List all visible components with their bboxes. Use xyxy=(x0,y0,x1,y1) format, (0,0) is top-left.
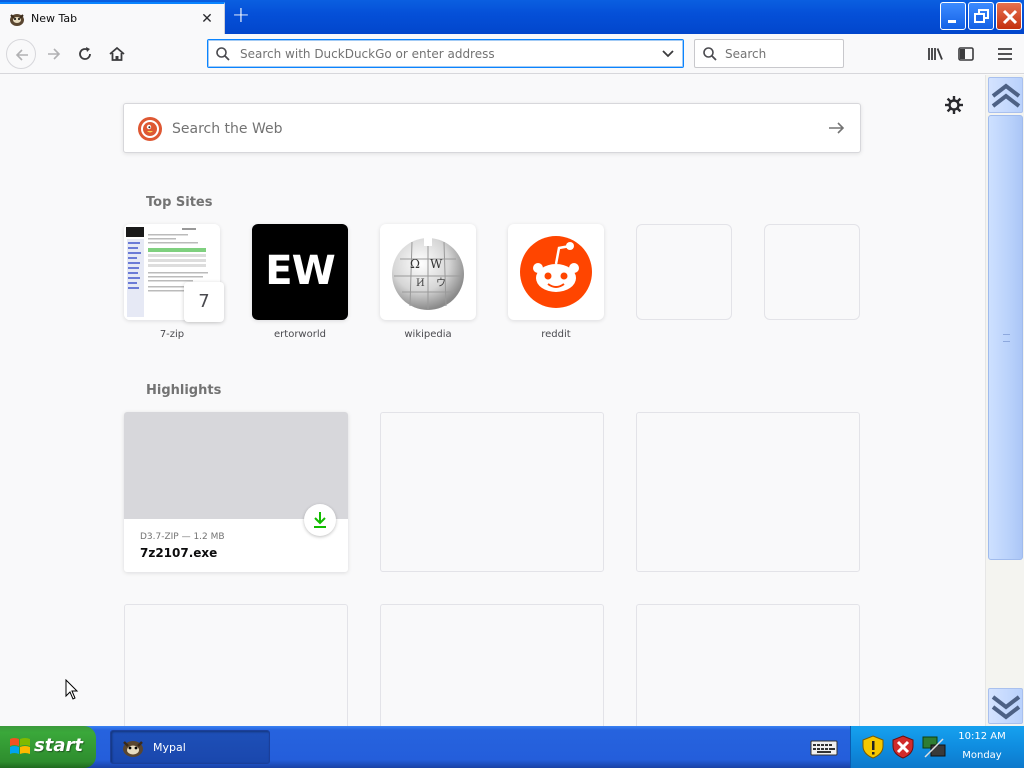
scroll-grip xyxy=(1003,334,1010,342)
top-site-label: 7-zip xyxy=(159,329,185,340)
address-bar-placeholder: Search with DuckDuckGo or enter address xyxy=(240,47,495,61)
tab-new-tab[interactable]: New Tab ✕ xyxy=(0,2,225,34)
top-site-7zip[interactable]: 7 7-zip xyxy=(124,224,224,344)
forward-icon xyxy=(48,48,61,60)
forward-button[interactable] xyxy=(40,40,68,68)
vertical-scrollbar[interactable] xyxy=(985,75,1024,726)
clock-time[interactable]: 10:12 AM xyxy=(951,731,1013,742)
gear-icon[interactable] xyxy=(944,95,964,115)
security-shield-icon[interactable] xyxy=(861,735,885,762)
svg-text:Ω: Ω xyxy=(410,257,420,271)
highlight-placeholder xyxy=(380,412,604,572)
highlight-filename: 7z2107.exe xyxy=(140,546,218,560)
top-site-empty[interactable] xyxy=(636,224,732,344)
back-button[interactable] xyxy=(6,39,36,69)
menu-button[interactable] xyxy=(991,40,1019,68)
highlight-card-download[interactable]: D3.7-ZIP — 1.2 MB 7z2107.exe xyxy=(124,412,348,572)
chevron-down-icon[interactable] xyxy=(661,48,675,63)
scroll-down-button[interactable] xyxy=(988,688,1023,724)
top-site-label: wikipedia xyxy=(404,329,452,340)
site-thumbnail[interactable]: Ω W И ウ xyxy=(380,224,476,320)
highlight-placeholder xyxy=(124,604,348,726)
restore-button[interactable] xyxy=(968,2,994,30)
site-thumbnail[interactable] xyxy=(508,224,604,320)
mypal-favicon-icon xyxy=(9,11,25,27)
system-tray: 10:12 AM Monday xyxy=(850,726,1024,768)
chevron-down-icon xyxy=(991,695,1021,720)
reload-button[interactable] xyxy=(71,40,99,68)
restore-icon xyxy=(974,9,989,23)
close-icon xyxy=(1002,9,1018,25)
site-thumbnail[interactable]: EW xyxy=(252,224,348,320)
wikipedia-globe-icon: Ω W И ウ xyxy=(392,238,464,310)
chevron-up-icon xyxy=(991,83,1021,108)
search-icon xyxy=(702,46,718,65)
new-tab-button[interactable]: + xyxy=(228,4,254,30)
search-bar-placeholder: Search xyxy=(725,47,767,61)
top-site-label: ertorworld xyxy=(274,329,326,340)
taskbar-item-label: Mypal xyxy=(153,741,186,754)
close-window-button[interactable] xyxy=(996,2,1022,30)
keyboard-icon[interactable] xyxy=(810,736,838,761)
title-bar: New Tab ✕ + xyxy=(0,0,1024,34)
highlight-placeholder xyxy=(636,412,860,572)
menu-icon xyxy=(998,48,1012,60)
navigation-toolbar: Search with DuckDuckGo or enter address … xyxy=(0,34,1024,74)
antivirus-shield-icon[interactable] xyxy=(891,735,915,762)
web-search-box[interactable]: Search the Web xyxy=(123,103,861,153)
top-site-ertorworld[interactable]: EW ertorworld xyxy=(252,224,348,344)
highlight-placeholder xyxy=(636,604,860,726)
top-site-empty[interactable] xyxy=(764,224,860,344)
top-sites-heading: Top Sites xyxy=(146,195,213,210)
windows-logo-icon xyxy=(9,736,31,761)
tab-title: New Tab xyxy=(31,12,78,25)
reload-icon xyxy=(79,47,91,60)
sidebar-button[interactable] xyxy=(952,40,980,68)
top-site-reddit[interactable]: reddit xyxy=(508,224,604,344)
start-label: start xyxy=(34,735,83,756)
mouse-cursor-icon xyxy=(65,678,79,704)
sidebar-icon xyxy=(958,47,974,61)
library-icon xyxy=(928,48,943,60)
top-site-wikipedia[interactable]: Ω W И ウ wikipedia xyxy=(380,224,476,344)
search-icon xyxy=(215,46,231,65)
top-site-label: reddit xyxy=(541,329,571,340)
svg-text:W: W xyxy=(430,257,443,271)
minimize-button[interactable] xyxy=(940,2,966,30)
address-bar[interactable]: Search with DuckDuckGo or enter address xyxy=(207,39,684,68)
web-search-placeholder: Search the Web xyxy=(172,121,283,137)
home-button[interactable] xyxy=(103,40,131,68)
empty-site-placeholder[interactable] xyxy=(764,224,860,320)
ertorworld-logo-text: EW xyxy=(265,248,335,294)
svg-text:И: И xyxy=(416,278,425,289)
site-badge: 7 xyxy=(184,282,224,322)
taskbar-item-mypal[interactable]: Mypal xyxy=(110,730,270,764)
tab-close-icon[interactable]: ✕ xyxy=(199,11,215,27)
library-button[interactable] xyxy=(921,40,949,68)
scroll-up-button[interactable] xyxy=(988,77,1023,113)
search-bar[interactable]: Search xyxy=(694,39,844,68)
network-icon[interactable] xyxy=(921,735,947,762)
empty-site-placeholder[interactable] xyxy=(636,224,732,320)
new-tab-page: Search the Web Top Sites 7 7-zip EW erto… xyxy=(0,75,985,726)
home-icon xyxy=(109,46,125,61)
duckduckgo-logo-icon xyxy=(138,117,162,141)
highlight-preview xyxy=(124,412,348,519)
taskbar: start Mypal 10:12 AM Monday xyxy=(0,726,1024,768)
highlight-placeholder xyxy=(380,604,604,726)
download-icon xyxy=(304,504,336,536)
highlights-heading: Highlights xyxy=(146,383,222,398)
highlight-meta: D3.7-ZIP — 1.2 MB xyxy=(140,532,225,542)
back-icon xyxy=(15,49,28,61)
arrow-right-icon[interactable] xyxy=(828,120,846,139)
clock-day: Monday xyxy=(962,750,1002,761)
start-button[interactable]: start xyxy=(0,726,96,768)
reddit-logo-icon xyxy=(520,236,592,308)
scroll-thumb[interactable] xyxy=(988,115,1023,560)
minimize-icon xyxy=(948,20,956,23)
mypal-app-icon xyxy=(121,738,145,761)
svg-text:ウ: ウ xyxy=(436,277,446,289)
